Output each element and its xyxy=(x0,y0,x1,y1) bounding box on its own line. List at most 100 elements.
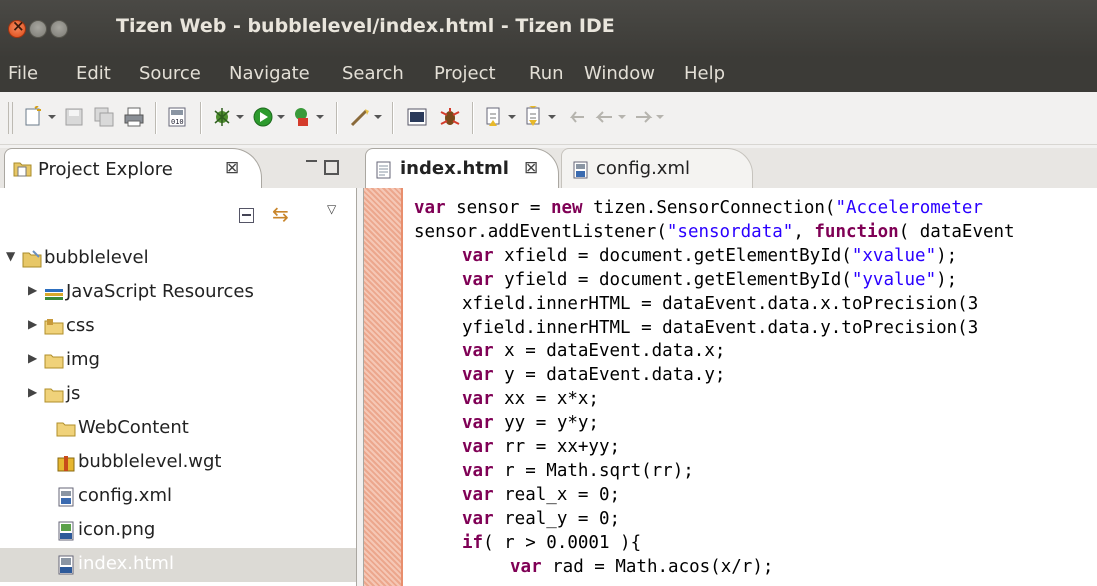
code-line[interactable]: var xx = x*x; xyxy=(462,389,599,412)
collapse-all-icon[interactable] xyxy=(239,208,254,223)
project-folder-icon xyxy=(22,249,42,269)
code-line[interactable]: var sensor = new tizen.SensorConnection(… xyxy=(414,198,983,221)
toolbar-grip[interactable] xyxy=(8,102,13,134)
tab-config-xml[interactable]: config.xml xyxy=(561,148,753,189)
menu-edit[interactable]: Edit xyxy=(76,63,111,84)
code-line[interactable]: sensor.addEventListener("sensordata", fu… xyxy=(414,222,1015,245)
print-icon[interactable] xyxy=(123,106,145,128)
code-line[interactable]: xfield.innerHTML = dataEvent.data.x.toPr… xyxy=(462,294,978,317)
forward-icon[interactable] xyxy=(632,106,666,128)
tree-item-label: icon.png xyxy=(78,519,156,540)
menu-source[interactable]: Source xyxy=(139,63,201,84)
minimize-view-icon[interactable] xyxy=(306,160,317,165)
menu-bar: File Edit Source Navigate Search Project… xyxy=(0,58,1097,92)
tree-item-bubblelevel-wgt[interactable]: bubblelevel.wgt xyxy=(0,446,356,480)
project-explorer-tabbar: Project Explore ⊠ xyxy=(0,148,363,189)
project-explorer-icon xyxy=(13,160,33,182)
editor-ruler-edge xyxy=(401,188,403,586)
tree-item-webcontent[interactable]: WebContent xyxy=(0,412,356,446)
last-edit-icon[interactable] xyxy=(564,106,588,128)
code-line[interactable]: var y = dataEvent.data.y; xyxy=(462,365,725,388)
code-line[interactable]: var real_x = 0; xyxy=(462,485,620,508)
wand-icon[interactable] xyxy=(350,106,384,128)
code-line[interactable]: var xfield = document.getElementById("xv… xyxy=(462,246,957,269)
code-line[interactable]: var real_y = 0; xyxy=(462,509,620,532)
maximize-view-icon[interactable] xyxy=(324,160,339,175)
tree-item-index-html[interactable]: index.html xyxy=(0,548,356,582)
window-maximize-button[interactable] xyxy=(50,20,68,38)
folder-icon xyxy=(44,317,64,337)
expand-arrow-icon[interactable]: ▶ xyxy=(28,385,37,399)
tree-item-label: index.html xyxy=(78,553,174,574)
editor-tabbar: index.html ⊠ config.xml xyxy=(363,148,1097,191)
menu-run[interactable]: Run xyxy=(529,63,564,84)
window-close-button[interactable] xyxy=(8,17,26,38)
save-all-icon[interactable] xyxy=(94,106,114,128)
binary-icon[interactable]: 010 xyxy=(166,106,188,128)
tree-item-label: bubblelevel.wgt xyxy=(78,451,222,472)
project-explorer-toolbar: ⇆ ▽ xyxy=(0,188,356,242)
code-line[interactable]: yfield.innerHTML = dataEvent.data.y.toPr… xyxy=(462,318,978,341)
console-icon[interactable] xyxy=(406,106,428,128)
tree-item-label: bubblelevel xyxy=(44,247,149,268)
code-line[interactable]: var rad = Math.acos(x/r); xyxy=(510,557,773,580)
run-icon[interactable] xyxy=(253,106,287,128)
next-annotation-icon[interactable] xyxy=(484,106,518,128)
external-tools-icon[interactable] xyxy=(292,106,326,128)
debug-icon[interactable] xyxy=(212,106,246,128)
code-editor[interactable]: var sensor = new tizen.SensorConnection(… xyxy=(363,188,1097,586)
tree-item-config-xml[interactable]: config.xml xyxy=(0,480,356,514)
back-icon[interactable] xyxy=(594,106,628,128)
expand-arrow-icon[interactable]: ▶ xyxy=(28,351,37,365)
code-line[interactable]: var rr = xx+yy; xyxy=(462,437,620,460)
tree-item-label: WebContent xyxy=(78,417,189,438)
link-with-editor-icon[interactable]: ⇆ xyxy=(272,202,289,226)
close-icon[interactable]: ⊠ xyxy=(524,158,538,178)
code-line[interactable]: var x = dataEvent.data.x; xyxy=(462,341,725,364)
tree-item-label: js xyxy=(66,383,81,404)
code-line[interactable]: var yfield = document.getElementById("yv… xyxy=(462,270,957,293)
expand-arrow-icon[interactable]: ▼ xyxy=(6,249,15,263)
html-file-icon xyxy=(56,555,76,575)
menu-help[interactable]: Help xyxy=(684,63,725,84)
tree-item-javascript-resources[interactable]: ▶ JavaScript Resources xyxy=(0,276,356,310)
toolbar-separator xyxy=(336,102,337,134)
png-file-icon xyxy=(56,521,76,541)
folder-icon xyxy=(44,385,64,405)
menu-file[interactable]: File xyxy=(8,63,38,84)
window-minimize-button[interactable] xyxy=(29,20,47,38)
toolbar-separator xyxy=(155,102,156,134)
close-icon[interactable]: ⊠ xyxy=(225,158,239,178)
code-line[interactable]: var yy = y*y; xyxy=(462,413,599,436)
folder-icon xyxy=(44,351,64,371)
menu-project[interactable]: Project xyxy=(434,63,496,84)
xml-file-icon xyxy=(56,487,76,507)
tab-label: config.xml xyxy=(596,158,690,179)
code-line[interactable]: var r = Math.sqrt(rr); xyxy=(462,461,694,484)
svg-text:010: 010 xyxy=(171,118,184,126)
code-line[interactable]: if( r > 0.0001 ){ xyxy=(462,533,641,556)
window-title: Tizen Web - bubblelevel/index.html - Tiz… xyxy=(116,15,615,37)
project-explorer-panel: ⇆ ▽ ▼ bubblelevel ▶ JavaScript Resources… xyxy=(0,188,357,586)
menu-window[interactable]: Window xyxy=(584,63,655,84)
toolbar: 010 xyxy=(0,92,1097,145)
menu-navigate[interactable]: Navigate xyxy=(229,63,310,84)
save-icon[interactable] xyxy=(64,106,84,128)
tree-item-bubblelevel[interactable]: ▼ bubblelevel xyxy=(0,242,356,276)
view-menu-icon[interactable]: ▽ xyxy=(327,202,336,216)
tree-item-js[interactable]: ▶ js xyxy=(0,378,356,412)
menu-search[interactable]: Search xyxy=(342,63,404,84)
tree-item-icon-png[interactable]: icon.png xyxy=(0,514,356,548)
title-bar: Tizen Web - bubblelevel/index.html - Tiz… xyxy=(0,0,1097,58)
html-file-icon xyxy=(376,161,392,183)
tab-project-explorer[interactable]: Project Explore ⊠ xyxy=(4,148,262,189)
bug-icon[interactable] xyxy=(438,106,462,128)
expand-arrow-icon[interactable]: ▶ xyxy=(28,317,37,331)
tree-item-label: css xyxy=(66,315,95,336)
tree-item-css[interactable]: ▶ css xyxy=(0,310,356,344)
new-icon[interactable] xyxy=(24,106,58,128)
tab-index-html[interactable]: index.html ⊠ xyxy=(365,148,559,191)
prev-annotation-icon[interactable] xyxy=(524,106,558,128)
tree-item-img[interactable]: ▶ img xyxy=(0,344,356,378)
expand-arrow-icon[interactable]: ▶ xyxy=(28,283,37,297)
